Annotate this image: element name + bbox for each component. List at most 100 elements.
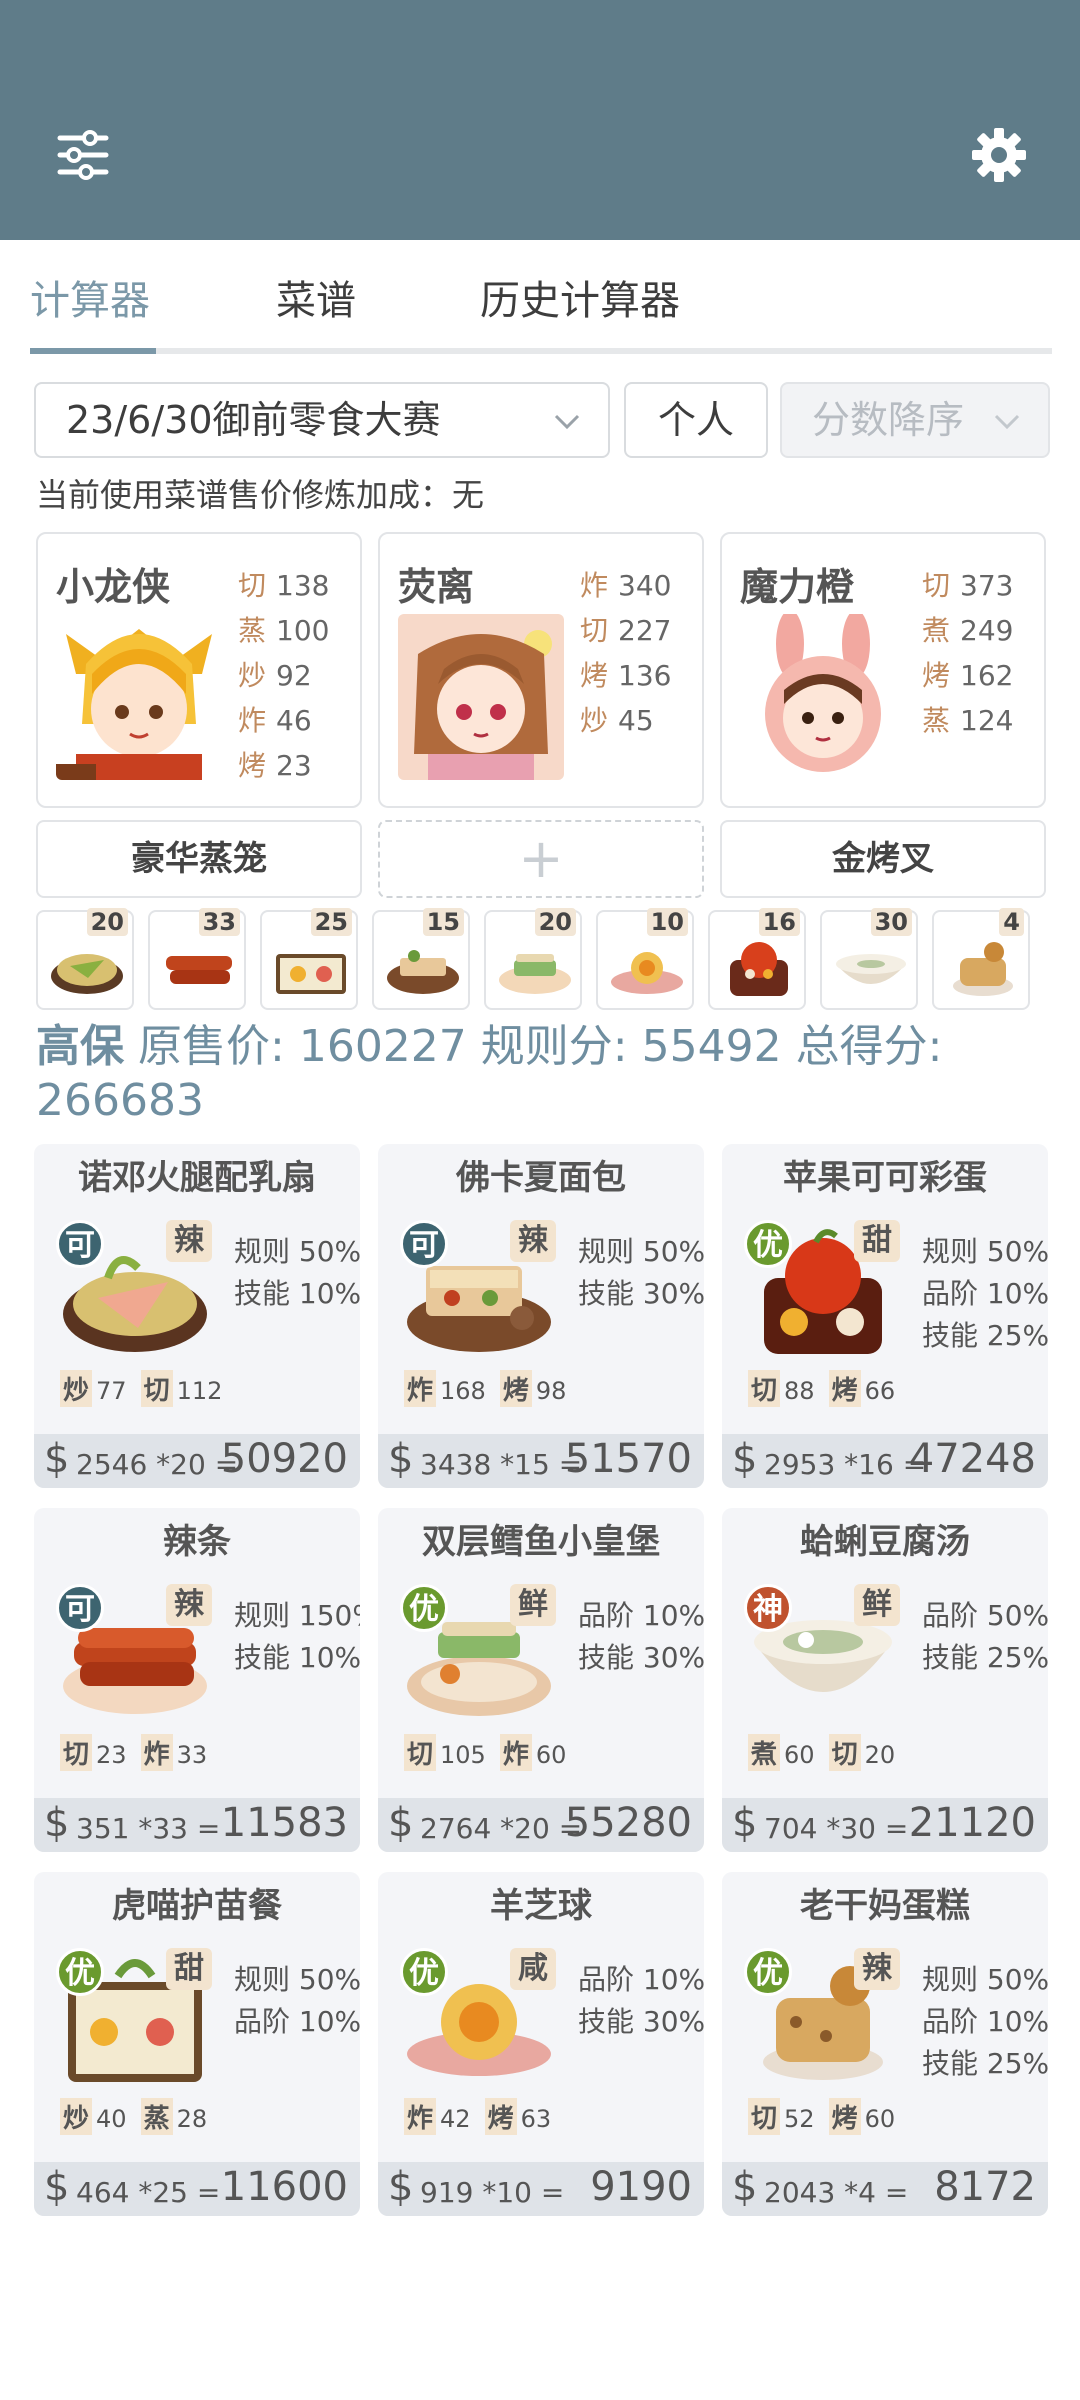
recipe-name: 诺邓火腿配乳扇 <box>78 1158 316 1198</box>
tab-recipes[interactable]: 菜谱 <box>276 268 356 326</box>
recipe-price-bar: $2764 *20 = 55280 <box>378 1798 704 1852</box>
recipe-bonus-line: 规则 50% <box>578 1235 704 1268</box>
chef-card[interactable]: 荧离 炸 340 切 227 烤 136 炒 45 <box>378 532 704 808</box>
recipe-skill-value: 42 <box>440 2105 471 2133</box>
recipe-skill-type: 煮 <box>748 1734 781 1771</box>
recipe-card[interactable]: 老干妈蛋糕优 辣规则 50% 品阶 10% 技能 25% 切 52 烤 60 $2043 *4 … <box>722 1872 1048 2216</box>
material-item[interactable]: 10 <box>596 908 694 1010</box>
recipe-bonus-list: 规则 150% 技能 10% <box>234 1594 360 1678</box>
material-item[interactable]: 16 <box>708 908 806 1010</box>
equipment-add-slot[interactable]: + <box>378 820 704 898</box>
chef-stat: 烤 162 <box>922 659 1014 692</box>
chef-stat: 切 373 <box>922 569 1014 602</box>
gear-icon[interactable] <box>970 126 1028 184</box>
dish-icon <box>611 952 683 994</box>
contest-select[interactable]: 23/6/30御前零食大赛 <box>34 382 610 458</box>
recipe-price-calc: 704 *30 = <box>764 1812 909 1845</box>
chef-name: 小龙侠 <box>56 565 171 609</box>
recipe-taste-badge: 咸 <box>510 1948 556 1990</box>
recipe-grade-badge: 可 <box>400 1220 448 1268</box>
recipe-name: 辣条 <box>163 1522 231 1562</box>
recipe-skill-value: 40 <box>96 2105 127 2133</box>
recipe-card[interactable]: 诺邓火腿配乳扇可 辣规则 50% 技能 10% 炒 77 切 112 $2546 *20 = 5… <box>34 1144 360 1488</box>
recipe-skill-type: 切 <box>60 1734 93 1771</box>
chef-name: 荧离 <box>398 565 475 609</box>
material-item[interactable]: 30 <box>820 908 918 1010</box>
recipe-skill-value: 112 <box>176 1377 223 1405</box>
sort-select[interactable]: 分数降序 <box>780 382 1050 458</box>
mode-button[interactable]: 个人 <box>624 382 768 458</box>
summary-grade: 高保 <box>36 1021 124 1072</box>
recipe-name: 佛卡夏面包 <box>456 1158 626 1198</box>
recipe-skill-type: 烤 <box>828 1370 861 1407</box>
recipe-grade-badge: 优 <box>400 1948 448 1996</box>
chef-stat: 炒 92 <box>238 659 312 692</box>
recipe-card[interactable]: 苹果可可彩蛋优 甜规则 50% 品阶 10% 技能 25% 切 88 烤 66 $2953 *1… <box>722 1144 1048 1488</box>
recipe-card[interactable]: 双层鳕鱼小皇堡优 鲜品阶 10% 技能 30% 切 105 炸 60 $2764 *20 = 5… <box>378 1508 704 1852</box>
chef-stat: 切 138 <box>238 569 330 602</box>
recipe-skill-type: 切 <box>828 1734 861 1771</box>
recipe-price-total: 51570 <box>564 1436 692 1482</box>
recipe-bonus-list: 规则 50% 品阶 10% 技能 25% <box>922 1230 1048 1356</box>
dollar-icon: $ <box>44 1800 70 1846</box>
chef-card[interactable]: 魔力橙 切 373 煮 249 烤 162 蒸 124 <box>720 532 1046 808</box>
recipe-skill-type: 炸 <box>140 1734 173 1771</box>
recipe-bonus-line: 规则 50% <box>922 1235 1048 1268</box>
recipe-bonus-list: 品阶 50% 技能 25% <box>922 1594 1048 1678</box>
summary-original-price-label: 原售价: <box>138 1021 285 1072</box>
chef-stat: 炸 340 <box>580 569 672 602</box>
dish-icon <box>166 956 232 984</box>
recipe-bonus-line: 规则 50% <box>234 1963 360 1996</box>
recipe-price-total: 11583 <box>220 1800 348 1846</box>
recipe-card[interactable]: 佛卡夏面包可 辣规则 50% 技能 30% 炸 168 烤 98 $3438 *15 = 515… <box>378 1144 704 1488</box>
recipe-skill-requirements: 切 88 烤 66 <box>748 1370 909 1407</box>
recipe-price-calc: 2043 *4 = <box>764 2176 909 2209</box>
recipe-price-total: 8172 <box>934 2164 1036 2210</box>
material-item[interactable]: 20 <box>484 908 582 1010</box>
chevron-down-icon <box>554 414 580 430</box>
recipe-card[interactable]: 羊芝球优 咸品阶 10% 技能 30% 炸 42 烤 63 $919 *10 = 9190 <box>378 1872 704 2216</box>
chef-card[interactable]: 小龙侠 切 138 蒸 100 炒 92 炸 46 烤 23 <box>36 532 362 808</box>
recipe-bonus-line: 技能 30% <box>578 2005 704 2038</box>
chef-stat: 切 227 <box>580 614 672 647</box>
recipe-skill-type: 炸 <box>404 1370 437 1407</box>
recipe-name: 双层鳕鱼小皇堡 <box>422 1522 660 1562</box>
recipe-skill-type: 切 <box>404 1734 437 1771</box>
recipe-name: 苹果可可彩蛋 <box>783 1158 987 1198</box>
dollar-icon: $ <box>732 2164 758 2210</box>
material-item[interactable]: 4 <box>932 908 1030 1010</box>
material-item[interactable]: 15 <box>372 908 470 1010</box>
recipe-price-bar: $704 *30 = 21120 <box>722 1798 1048 1852</box>
tab-calculator[interactable]: 计算器 <box>30 268 150 326</box>
recipe-skill-value: 28 <box>176 2105 208 2133</box>
dollar-icon: $ <box>388 1436 414 1482</box>
recipe-skill-type: 烤 <box>499 1370 532 1407</box>
recipe-bonus-list: 规则 50% 技能 30% <box>578 1230 704 1314</box>
dollar-icon: $ <box>732 1436 758 1482</box>
dish-icon <box>953 942 1013 996</box>
equipment-slot[interactable]: 豪华蒸笼 <box>36 820 362 898</box>
recipe-price-bar: $351 *33 = 11583 <box>34 1798 360 1852</box>
equipment-slot[interactable]: 金烤叉 <box>720 820 1046 898</box>
chef-stat: 烤 136 <box>580 659 672 692</box>
recipe-price-total: 11600 <box>220 2164 348 2210</box>
recipe-price-bar: $2043 *4 = 8172 <box>722 2162 1048 2216</box>
material-item[interactable]: 20 <box>36 908 134 1010</box>
recipe-card[interactable]: 虎喵护苗餐优 甜规则 50% 品阶 10% 炒 40 蒸 28 $464 *25 = 11600 <box>34 1872 360 2216</box>
recipe-price-bar: $919 *10 = 9190 <box>378 2162 704 2216</box>
material-item[interactable]: 33 <box>148 908 246 1010</box>
sliders-icon[interactable] <box>56 128 110 182</box>
recipe-skill-value: 105 <box>440 1741 486 1769</box>
recipe-card[interactable]: 蛤蜊豆腐汤神 鲜品阶 50% 技能 25% 煮 60 切 20 $704 *30 = 21120 <box>722 1508 1048 1852</box>
recipe-price-calc: 2546 *20 = <box>76 1448 239 1481</box>
material-item[interactable]: 25 <box>260 908 358 1010</box>
recipe-taste-badge: 鲜 <box>854 1584 900 1626</box>
recipe-skill-type: 烤 <box>828 2098 861 2135</box>
recipe-skill-requirements: 炸 168 烤 98 <box>404 1370 580 1407</box>
recipe-bonus-line: 技能 30% <box>578 1641 704 1674</box>
tab-history-calculator[interactable]: 历史计算器 <box>480 268 680 326</box>
recipe-price-calc: 2764 *20 = <box>420 1812 583 1845</box>
recipe-card[interactable]: 辣条可 辣规则 150% 技能 10% 切23 炸33 $351 *33 =11583 <box>34 1508 360 1852</box>
recipe-skill-value: 52 <box>784 2105 815 2133</box>
recipe-price-calc: 351 *33 = <box>76 1812 221 1845</box>
